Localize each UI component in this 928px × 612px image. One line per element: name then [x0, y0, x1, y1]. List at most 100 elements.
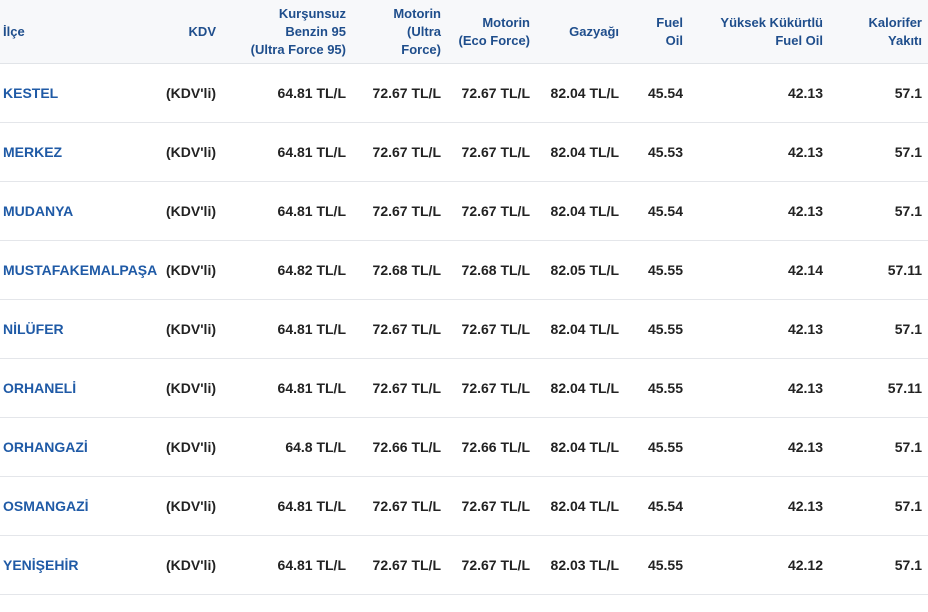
header-diesel-eco-force: Motorin (Eco Force) [441, 0, 530, 63]
diesel-eco-force-price: 72.67 TL/L [461, 498, 530, 514]
header-kerosene: Gazyağı [530, 0, 619, 63]
kerosene-price: 82.04 TL/L [550, 439, 619, 455]
unleaded-95-price: 64.81 TL/L [277, 498, 346, 514]
diesel-ultra-force-price: 72.67 TL/L [372, 321, 441, 337]
kerosene-price: 82.04 TL/L [550, 321, 619, 337]
fuel-oil-price: 45.55 [647, 262, 683, 278]
fuel-oil-price: 45.55 [647, 380, 683, 396]
unleaded-95-price: 64.81 TL/L [277, 85, 346, 101]
high-sulfur-fuel-oil-price: 42.12 [787, 557, 823, 573]
fuel-oil-price: 45.54 [647, 203, 683, 219]
heating-fuel-price: 57.11 [887, 262, 922, 278]
unleaded-95-price: 64.81 TL/L [277, 144, 346, 160]
header-high-sulfur-fuel-oil: Yüksek Kükürtlü Fuel Oil [683, 0, 823, 63]
fuel-oil-price: 45.54 [647, 85, 683, 101]
fuel-oil-price: 45.55 [647, 439, 683, 455]
table-row: MUDANYA (KDV'li) 64.81 TL/L 72.67 TL/L 72.67… [0, 182, 928, 241]
diesel-eco-force-price: 72.67 TL/L [461, 380, 530, 396]
table-row: ORHANGAZİ (KDV'li) 64.8 TL/L 72.66 TL/L 72.6… [0, 418, 928, 477]
table-row: NİLÜFER (KDV'li) 64.81 TL/L 72.67 TL/L 72.67… [0, 300, 928, 359]
high-sulfur-fuel-oil-price: 42.13 [787, 85, 823, 101]
header-line: İlçe [3, 24, 25, 39]
header-line: Kalorifer [868, 15, 922, 30]
heating-fuel-price: 57.1 [894, 321, 922, 337]
district-link[interactable]: MUSTAFAKEMALPAŞA [3, 241, 157, 299]
header-line: (Ultra Force 95) [250, 42, 346, 57]
diesel-eco-force-price: 72.67 TL/L [461, 144, 530, 160]
header-unleaded-95: Kurşunsuz Benzin 95 (Ultra Force 95) [216, 0, 346, 63]
district-link[interactable]: NİLÜFER [3, 300, 153, 358]
table-row: OSMANGAZİ (KDV'li) 64.81 TL/L 72.67 TL/L 72.… [0, 477, 928, 536]
unleaded-95-price: 64.82 TL/L [277, 262, 346, 278]
high-sulfur-fuel-oil-price: 42.13 [787, 380, 823, 396]
diesel-ultra-force-price: 72.67 TL/L [372, 557, 441, 573]
heating-fuel-price: 57.1 [894, 557, 922, 573]
high-sulfur-fuel-oil-price: 42.13 [787, 498, 823, 514]
diesel-eco-force-price: 72.67 TL/L [461, 557, 530, 573]
diesel-eco-force-price: 72.66 TL/L [461, 439, 530, 455]
table-body: KESTEL (KDV'li) 64.81 TL/L 72.67 TL/L 72.67 … [0, 64, 928, 595]
heating-fuel-price: 57.1 [894, 439, 922, 455]
header-line: Oil [665, 33, 683, 48]
diesel-eco-force-price: 72.67 TL/L [461, 85, 530, 101]
diesel-ultra-force-price: 72.68 TL/L [372, 262, 441, 278]
diesel-ultra-force-price: 72.67 TL/L [372, 144, 441, 160]
diesel-eco-force-price: 72.67 TL/L [461, 203, 530, 219]
diesel-ultra-force-price: 72.67 TL/L [372, 203, 441, 219]
district-link[interactable]: OSMANGAZİ [3, 477, 153, 535]
high-sulfur-fuel-oil-price: 42.13 [787, 439, 823, 455]
table-header-row: İlçe KDV Kurşunsuz Benzin 95 (Ultra Force … [0, 0, 928, 64]
table-row: ORHANELİ (KDV'li) 64.81 TL/L 72.67 TL/L 72.6… [0, 359, 928, 418]
header-fuel-oil: Fuel Oil [619, 0, 683, 63]
header-line: (Eco Force) [458, 33, 530, 48]
header-line: Force) [401, 42, 441, 57]
header-line: Gazyağı [569, 24, 619, 39]
heating-fuel-price: 57.11 [887, 380, 922, 396]
unleaded-95-price: 64.81 TL/L [277, 557, 346, 573]
unleaded-95-price: 64.81 TL/L [277, 380, 346, 396]
high-sulfur-fuel-oil-price: 42.13 [787, 321, 823, 337]
header-diesel-ultra-force: Motorin (Ultra Force) [346, 0, 441, 63]
heating-fuel-price: 57.1 [894, 498, 922, 514]
kerosene-price: 82.04 TL/L [550, 85, 619, 101]
header-line: Fuel Oil [775, 33, 823, 48]
diesel-ultra-force-price: 72.67 TL/L [372, 380, 441, 396]
header-line: Benzin 95 [285, 24, 346, 39]
header-line: (Ultra [407, 24, 441, 39]
district-link[interactable]: ORHANGAZİ [3, 418, 153, 476]
fuel-oil-price: 45.55 [647, 321, 683, 337]
fuel-oil-price: 45.55 [647, 557, 683, 573]
diesel-ultra-force-price: 72.67 TL/L [372, 498, 441, 514]
diesel-eco-force-price: 72.68 TL/L [461, 262, 530, 278]
header-kdv: KDV [150, 0, 216, 63]
header-line: Motorin [393, 6, 441, 21]
district-link[interactable]: ORHANELİ [3, 359, 153, 417]
kerosene-price: 82.04 TL/L [550, 380, 619, 396]
high-sulfur-fuel-oil-price: 42.13 [787, 144, 823, 160]
table-row: MUSTAFAKEMALPAŞA (KDV'li) 64.82 TL/L 72.68 … [0, 241, 928, 300]
header-district: İlçe [3, 0, 153, 63]
district-link[interactable]: YENİŞEHİR [3, 536, 153, 594]
header-line: Motorin [482, 15, 530, 30]
header-line: Kurşunsuz [278, 6, 346, 21]
header-line: Fuel [656, 15, 683, 30]
header-line: Yüksek Kükürtlü [720, 15, 823, 30]
district-link[interactable]: MUDANYA [3, 182, 153, 240]
kerosene-price: 82.03 TL/L [550, 557, 619, 573]
kerosene-price: 82.05 TL/L [550, 262, 619, 278]
fuel-price-table: İlçe KDV Kurşunsuz Benzin 95 (Ultra Force … [0, 0, 928, 595]
header-line: KDV [188, 24, 216, 39]
district-link[interactable]: KESTEL [3, 64, 153, 122]
heating-fuel-price: 57.1 [894, 144, 922, 160]
kerosene-price: 82.04 TL/L [550, 498, 619, 514]
fuel-oil-price: 45.53 [647, 144, 683, 160]
fuel-oil-price: 45.54 [647, 498, 683, 514]
table-row: MERKEZ (KDV'li) 64.81 TL/L 72.67 TL/L 72.67 … [0, 123, 928, 182]
table-row: KESTEL (KDV'li) 64.81 TL/L 72.67 TL/L 72.67 … [0, 64, 928, 123]
kerosene-price: 82.04 TL/L [550, 203, 619, 219]
district-link[interactable]: MERKEZ [3, 123, 153, 181]
heating-fuel-price: 57.1 [894, 203, 922, 219]
high-sulfur-fuel-oil-price: 42.14 [787, 262, 823, 278]
header-line: Yakıtı [888, 33, 922, 48]
unleaded-95-price: 64.81 TL/L [277, 321, 346, 337]
